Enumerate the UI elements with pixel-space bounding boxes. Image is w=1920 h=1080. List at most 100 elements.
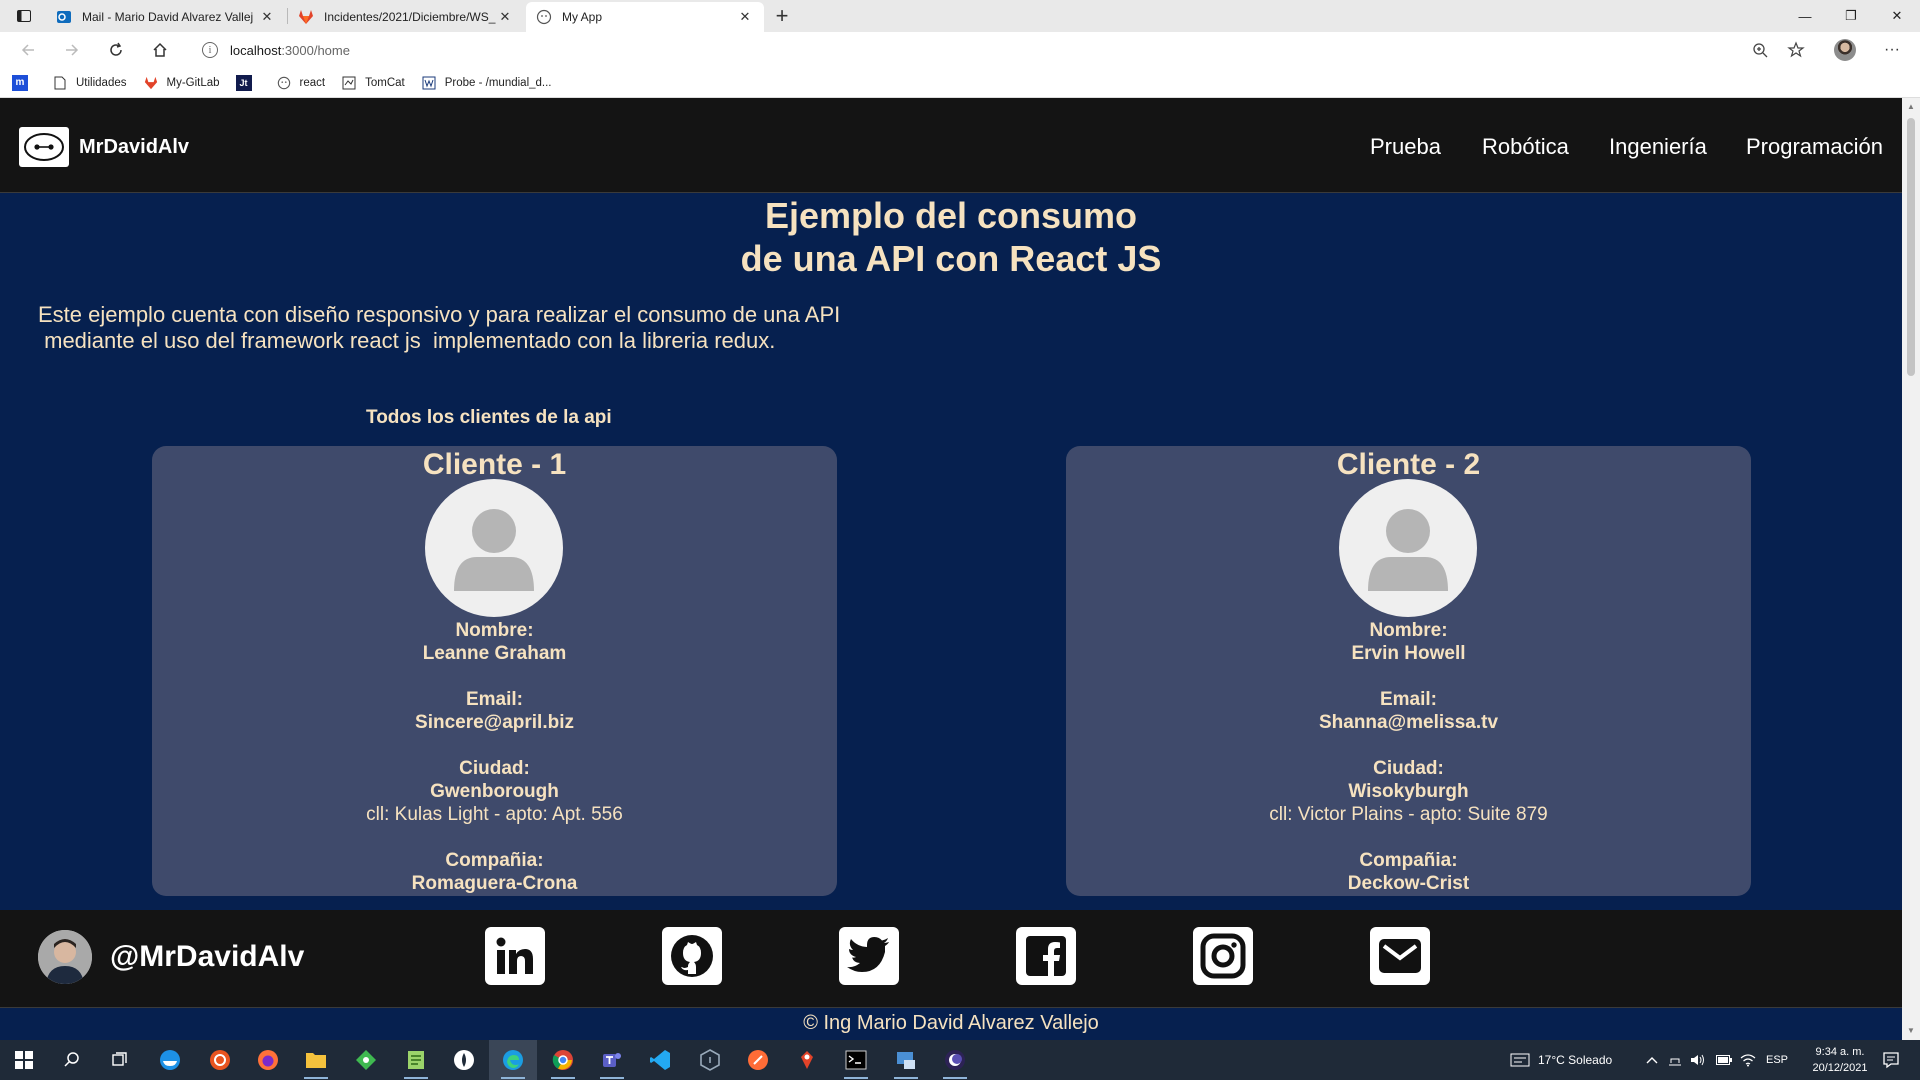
nav-link-prueba[interactable]: Prueba — [1370, 134, 1441, 160]
robot-app-icon[interactable] — [452, 1048, 476, 1072]
forward-icon[interactable] — [60, 38, 84, 62]
search-icon[interactable] — [60, 1048, 84, 1072]
notification-icon[interactable] — [1882, 1040, 1900, 1080]
close-tab-icon[interactable]: ✕ — [736, 9, 754, 25]
linkedin-icon[interactable] — [485, 927, 545, 985]
file-explorer-icon[interactable] — [304, 1048, 328, 1072]
page-scrollbar[interactable]: ▲ ▼ — [1902, 98, 1920, 1040]
client-city: Gwenborough — [430, 781, 559, 802]
bookmark-my-gitlab[interactable]: My-GitLab — [143, 75, 220, 91]
more-menu-icon[interactable]: ··· — [1880, 38, 1904, 62]
bookmark-label: Probe - /mundial_d... — [444, 76, 552, 89]
browser-toolbar: i localhost:3000/home ··· — [0, 32, 1920, 68]
bookmark-probe[interactable]: Probe - /mundial_d... — [421, 75, 552, 91]
instagram-icon[interactable] — [1193, 927, 1253, 985]
reload-icon[interactable] — [104, 38, 128, 62]
edge-icon[interactable] — [501, 1048, 525, 1072]
back-icon[interactable] — [16, 38, 40, 62]
gitlab-icon — [298, 9, 314, 25]
minimize-icon[interactable]: — — [1782, 0, 1828, 32]
client-address: cll: Kulas Light - apto: Apt. 556 — [366, 804, 623, 825]
close-tab-icon[interactable]: ✕ — [258, 9, 276, 25]
windows-start-icon[interactable] — [12, 1048, 36, 1072]
pinned-app-icon[interactable] — [795, 1048, 819, 1072]
tab-title: My App — [562, 10, 603, 24]
bookmark-tomcat[interactable]: TomCat — [341, 75, 405, 91]
weather-widget[interactable]: 17°C Soleado — [1510, 1040, 1612, 1080]
ubuntu-icon[interactable] — [208, 1048, 232, 1072]
site-navbar: MrDavidAlv Prueba Robótica Ingeniería Pr… — [0, 98, 1902, 193]
new-tab-icon[interactable]: + — [770, 3, 794, 28]
client-company: Romaguera-Crona — [411, 873, 578, 894]
virtualbox-icon[interactable] — [698, 1048, 722, 1072]
zoom-icon[interactable] — [1748, 38, 1772, 62]
network-tray-icon[interactable] — [1668, 1040, 1682, 1080]
firefox-icon[interactable] — [256, 1048, 280, 1072]
tab-incidentes[interactable]: Incidentes/2021/Diciembre/WS_ ✕ — [288, 2, 524, 32]
react-face-icon — [276, 75, 292, 91]
git-kraken-icon[interactable] — [354, 1048, 378, 1072]
eclipse-icon[interactable] — [943, 1048, 967, 1072]
postman-icon[interactable] — [746, 1048, 770, 1072]
volume-icon[interactable] — [1690, 1040, 1706, 1080]
brand-name[interactable]: MrDavidAlv — [79, 136, 189, 159]
client-name: Ervin Howell — [1351, 643, 1466, 664]
baymax-logo-icon[interactable] — [19, 127, 69, 167]
label-email: Email: — [1379, 689, 1438, 710]
label-ciudad: Ciudad: — [1373, 758, 1444, 779]
page-title-line2: de una API con React JS — [740, 238, 1162, 279]
tomcat-icon — [341, 75, 357, 91]
page-icon — [52, 75, 68, 91]
profile-avatar[interactable] — [1834, 39, 1856, 61]
scroll-up-icon[interactable]: ▲ — [1906, 102, 1916, 111]
close-tab-icon[interactable]: ✕ — [496, 9, 514, 25]
twitter-icon[interactable] — [839, 927, 899, 985]
task-view-icon[interactable] — [108, 1048, 132, 1072]
tab-actions-icon[interactable] — [12, 6, 36, 26]
label-nombre: Nombre: — [455, 620, 534, 641]
terminal-icon[interactable] — [844, 1048, 868, 1072]
tray-chevron-icon[interactable] — [1646, 1040, 1658, 1080]
nav-link-ingenieria[interactable]: Ingeniería — [1609, 134, 1707, 160]
bookmark-react[interactable]: react — [276, 75, 325, 91]
chrome-icon[interactable] — [551, 1048, 575, 1072]
vscode-icon[interactable] — [648, 1048, 672, 1072]
page-title: Ejemplo del consumo de una API con React… — [0, 194, 1902, 280]
facebook-icon[interactable] — [1016, 927, 1076, 985]
nav-link-programacion[interactable]: Programación — [1746, 134, 1883, 160]
site-info-icon[interactable]: i — [202, 42, 218, 58]
github-icon[interactable] — [662, 927, 722, 985]
nav-link-robotica[interactable]: Robótica — [1482, 134, 1569, 160]
home-icon[interactable] — [148, 38, 172, 62]
running-indicator — [943, 1077, 967, 1079]
bookmark-utilidades[interactable]: Utilidades — [52, 75, 127, 91]
wifi-icon[interactable] — [1740, 1040, 1756, 1080]
restore-icon[interactable]: ❐ — [1828, 0, 1874, 32]
favorites-icon[interactable] — [1784, 38, 1808, 62]
close-window-icon[interactable]: ✕ — [1874, 0, 1920, 32]
scrollbar-thumb[interactable] — [1907, 118, 1915, 376]
language-indicator[interactable]: ESP — [1766, 1040, 1788, 1080]
system-clock[interactable]: 9:34 a. m. 20/12/2021 — [1790, 1044, 1890, 1076]
bookmark-label: My-GitLab — [166, 76, 220, 89]
bookmark-m[interactable]: m — [12, 74, 36, 91]
page-description: Este ejemplo cuenta con diseño responsiv… — [38, 302, 841, 353]
teams-icon[interactable] — [600, 1048, 624, 1072]
gitlab-icon — [143, 75, 159, 91]
tab-my-app[interactable]: My App ✕ — [526, 2, 764, 32]
jt-icon: Jt — [235, 74, 252, 91]
clock-date: 20/12/2021 — [1812, 1062, 1868, 1074]
tab-mail[interactable]: Mail - Mario David Alvarez Vallej ✕ — [46, 2, 286, 32]
address-bar[interactable]: i localhost:3000/home — [190, 37, 1780, 63]
notepad-icon[interactable] — [404, 1048, 428, 1072]
battery-icon[interactable] — [1716, 1040, 1732, 1080]
url-text: localhost:3000/home — [230, 42, 350, 58]
running-indicator — [304, 1077, 328, 1079]
mail-icon[interactable] — [1370, 927, 1430, 985]
bookmarks-bar: m Utilidades My-GitLab Jt react TomCat P… — [0, 68, 1920, 98]
user-avatar-icon — [1339, 479, 1477, 617]
remote-desktop-icon[interactable] — [894, 1048, 918, 1072]
scroll-down-icon[interactable]: ▼ — [1906, 1026, 1916, 1035]
docker-icon[interactable] — [158, 1048, 182, 1072]
bookmark-jt[interactable]: Jt — [235, 74, 260, 91]
